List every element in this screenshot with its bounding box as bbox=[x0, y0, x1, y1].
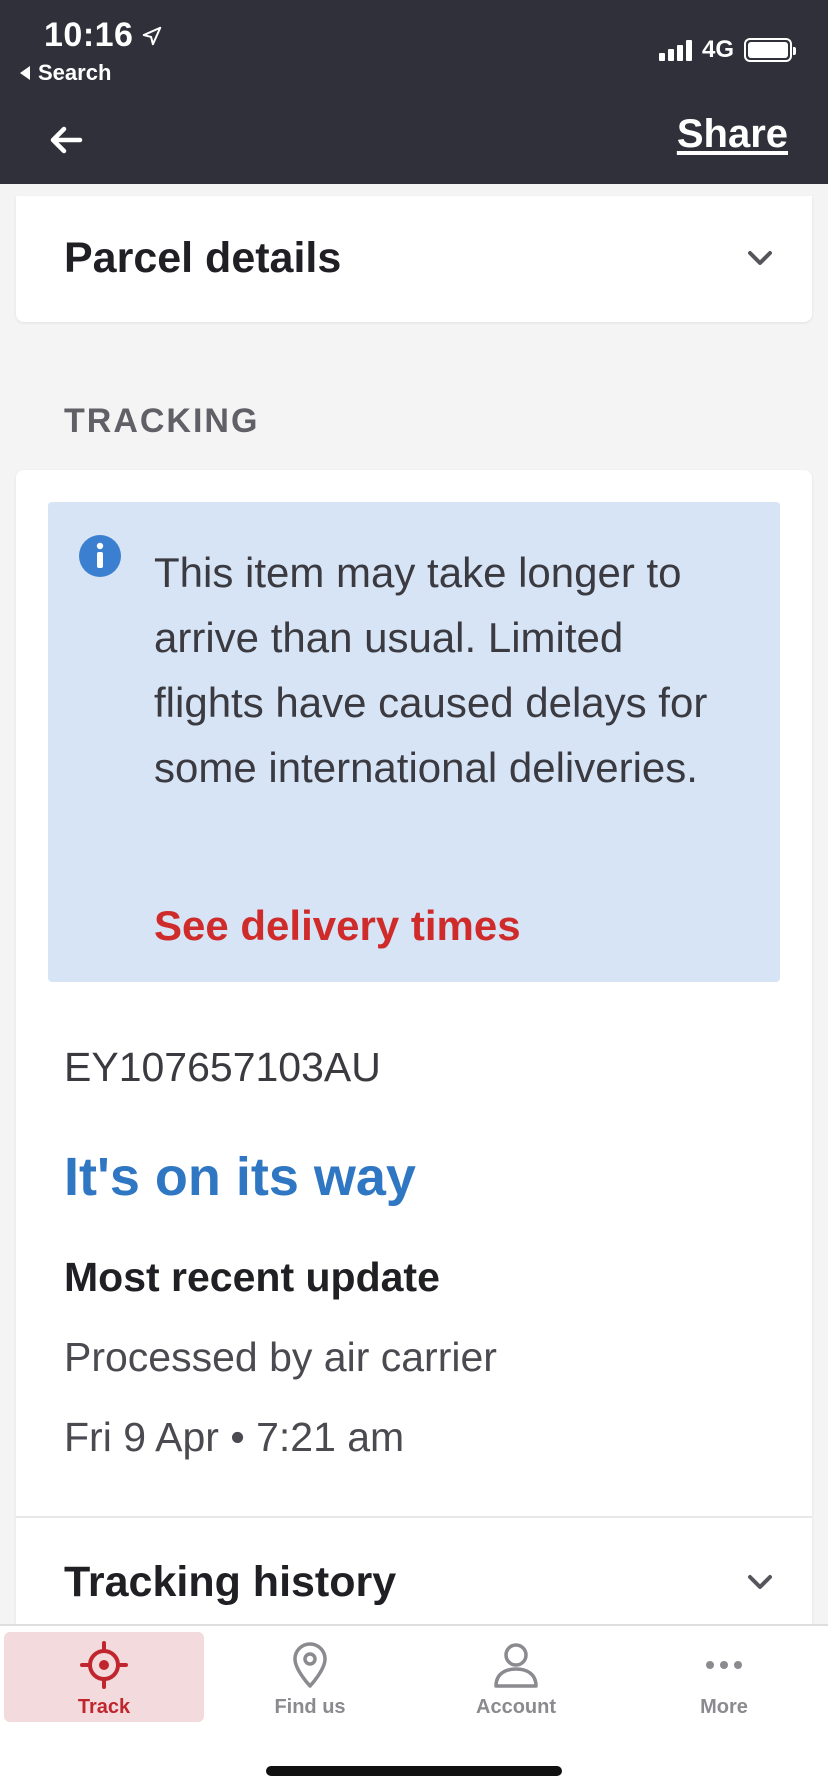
tab-track-label: Track bbox=[77, 1696, 131, 1718]
delivery-status: It's on its way bbox=[64, 1147, 416, 1207]
person-icon bbox=[494, 1643, 538, 1688]
network-type: 4G bbox=[701, 36, 734, 63]
crosshair-icon bbox=[80, 1641, 128, 1689]
notice-text: This item may take longer to arrive than… bbox=[154, 549, 708, 791]
tab-find-us[interactable]: Find us bbox=[210, 1632, 410, 1722]
see-delivery-times-link[interactable]: See delivery times bbox=[154, 902, 521, 950]
parcel-details-card[interactable]: Parcel details bbox=[16, 196, 812, 322]
tracking-section-label: TRACKING bbox=[64, 402, 260, 440]
battery-icon bbox=[744, 38, 796, 62]
clock: 10:16 bbox=[44, 16, 134, 54]
tracking-number: EY107657103AU bbox=[64, 1044, 381, 1090]
delay-notice: This item may take longer to arrive than… bbox=[48, 502, 780, 982]
app-header: 10:16 Search 4G Share bbox=[0, 0, 828, 184]
tracking-history-title: Tracking history bbox=[64, 1558, 397, 1606]
signal-strength-icon bbox=[658, 39, 692, 61]
tracking-history-row[interactable]: Tracking history bbox=[16, 1518, 812, 1630]
update-event: Processed by air carrier bbox=[64, 1334, 497, 1380]
screen: 10:16 Search 4G Share Parcel details TRA… bbox=[0, 0, 828, 1792]
most-recent-update-heading: Most recent update bbox=[64, 1254, 440, 1300]
status-indicators: 4G bbox=[658, 36, 796, 64]
tab-more-label: More bbox=[700, 1696, 748, 1718]
chevron-down-icon bbox=[748, 251, 772, 265]
tab-account[interactable]: Account bbox=[416, 1632, 616, 1722]
back-arrow-icon[interactable] bbox=[46, 120, 86, 160]
tab-track[interactable]: Track bbox=[4, 1632, 204, 1722]
location-arrow-icon bbox=[143, 26, 162, 45]
tracking-card: This item may take longer to arrive than… bbox=[16, 470, 812, 1630]
home-indicator bbox=[266, 1766, 562, 1776]
tab-find-us-label: Find us bbox=[274, 1696, 346, 1718]
chevron-down-icon bbox=[748, 1575, 772, 1589]
back-to-search-label: Search bbox=[38, 60, 112, 85]
tab-account-label: Account bbox=[476, 1696, 556, 1718]
more-dots-icon bbox=[706, 1661, 742, 1669]
parcel-details-title: Parcel details bbox=[64, 234, 342, 282]
back-to-search-link[interactable]: Search bbox=[20, 60, 111, 86]
tab-more[interactable]: More bbox=[624, 1632, 824, 1722]
back-triangle-icon bbox=[20, 66, 30, 80]
status-time: 10:16 bbox=[44, 16, 163, 55]
update-timestamp: Fri 9 Apr • 7:21 am bbox=[64, 1414, 405, 1460]
info-icon bbox=[79, 535, 121, 577]
share-button[interactable]: Share bbox=[677, 112, 788, 157]
location-pin-icon bbox=[293, 1642, 327, 1688]
